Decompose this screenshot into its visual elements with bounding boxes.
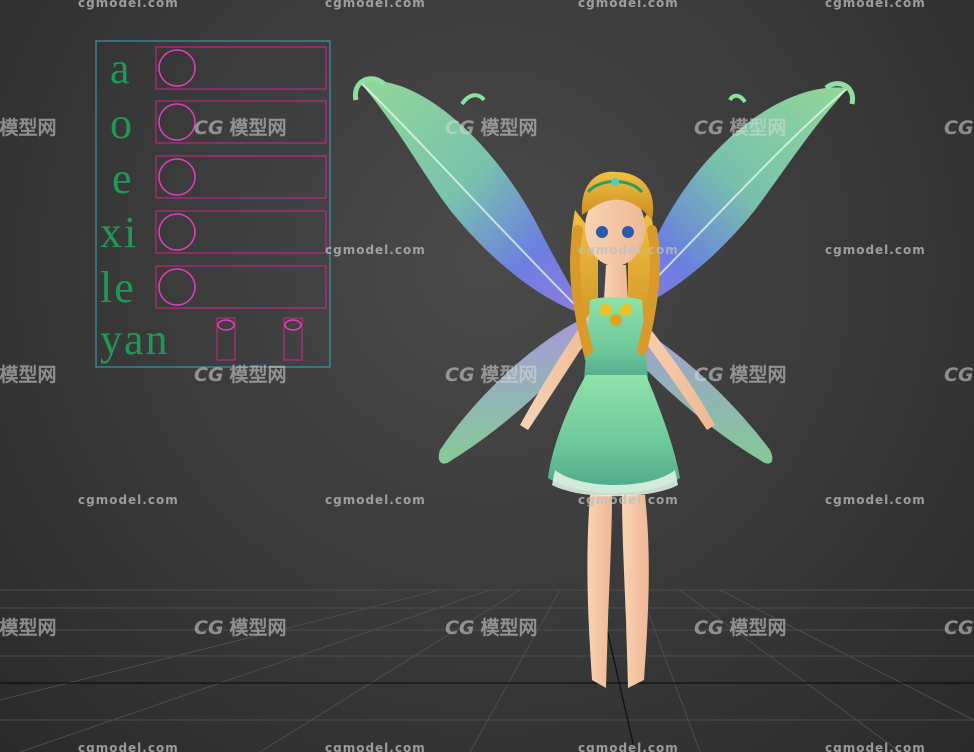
- watermark-cn: CG模型网: [194, 117, 287, 139]
- watermark-site: cgmodel.com: [578, 493, 679, 507]
- watermark-site: cgmodel.com: [325, 243, 426, 257]
- watermark-site: cgmodel.com: [578, 243, 679, 257]
- watermark-site: cgmodel.com: [825, 0, 926, 10]
- watermark-site: cgmodel.com: [578, 0, 679, 10]
- watermark-cn: CG模型网: [445, 617, 538, 639]
- watermark-cn: CG模型网: [944, 617, 974, 639]
- watermark-site: cgmodel.com: [325, 741, 426, 752]
- watermark-site: cgmodel.com: [578, 741, 679, 752]
- tiara-gem: [611, 178, 619, 186]
- watermark-cn: CG模型网: [0, 617, 57, 639]
- watermark-cn: CG模型网: [944, 364, 974, 386]
- watermark-cn: CG模型网: [194, 364, 287, 386]
- watermark-cn: CG模型网: [445, 364, 538, 386]
- watermark-cn: CG模型网: [694, 117, 787, 139]
- watermark-cn: CG模型网: [694, 617, 787, 639]
- watermark-site: cgmodel.com: [325, 493, 426, 507]
- left-eye: [596, 226, 608, 238]
- watermark-site: cgmodel.com: [825, 493, 926, 507]
- watermark-cn: CG模型网: [0, 364, 57, 386]
- watermark-cn: CG模型网: [194, 617, 287, 639]
- watermark-cn: CG模型网: [445, 117, 538, 139]
- left-leg: [587, 495, 612, 688]
- watermark-cn: CG模型网: [694, 364, 787, 386]
- watermark-cn: CG模型网: [0, 117, 57, 139]
- dress-bodice: [584, 297, 648, 386]
- watermark-site: cgmodel.com: [78, 741, 179, 752]
- watermark-site: cgmodel.com: [78, 0, 179, 10]
- watermark-site: cgmodel.com: [78, 493, 179, 507]
- right-leg: [622, 495, 649, 688]
- dress-skirt: [548, 375, 680, 493]
- watermark-site: cgmodel.com: [825, 243, 926, 257]
- watermark-site: cgmodel.com: [325, 0, 426, 10]
- right-eye: [622, 226, 634, 238]
- watermark-site: cgmodel.com: [825, 741, 926, 752]
- watermark-cn: CG模型网: [944, 117, 974, 139]
- 3d-viewport[interactable]: a o e xi le yan cgmodel.com cgmodel.com …: [0, 0, 974, 752]
- neck: [604, 265, 628, 300]
